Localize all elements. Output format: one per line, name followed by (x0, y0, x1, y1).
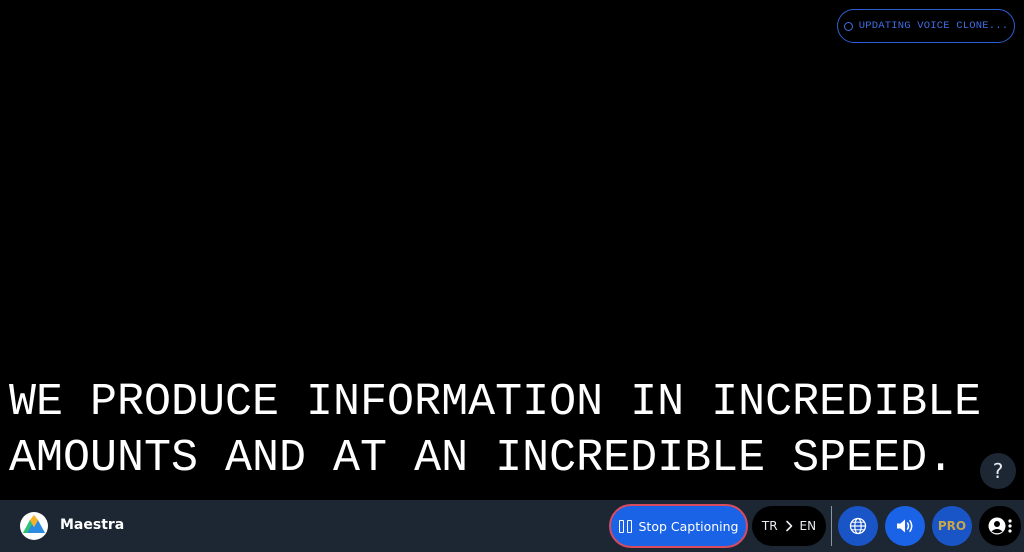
pause-icon (618, 519, 632, 533)
language-selector[interactable]: TR EN (752, 506, 826, 546)
pro-button[interactable]: PRO (932, 506, 972, 546)
volume-button[interactable] (885, 506, 925, 546)
help-button[interactable]: ? (980, 453, 1016, 489)
caption-line-1: WE PRODUCE INFORMATION IN INCREDIBLE (9, 377, 982, 428)
volume-icon (897, 519, 913, 533)
more-vertical-icon (1008, 519, 1012, 533)
globe-button[interactable] (838, 506, 878, 546)
brand-name: Maestra (60, 517, 125, 533)
maestra-logo-icon (20, 512, 48, 540)
stop-captioning-label: Stop Captioning (638, 518, 739, 534)
chevron-right-icon (785, 520, 792, 532)
caption-text: WE PRODUCE INFORMATION IN INCREDIBLE AMO… (9, 375, 1019, 487)
voice-clone-status-text: UPDATING VOICE CLONE... (858, 20, 1009, 32)
globe-icon (849, 517, 867, 535)
target-language: EN (799, 519, 817, 533)
stop-captioning-button[interactable]: Stop Captioning (609, 504, 748, 548)
caption-line-2: AMOUNTS AND AT AN INCREDIBLE SPEED. (9, 433, 955, 484)
account-menu-button[interactable] (979, 506, 1021, 546)
toolbar-divider (831, 506, 832, 546)
source-language: TR (761, 519, 778, 533)
voice-clone-status: UPDATING VOICE CLONE... (837, 9, 1015, 43)
account-icon (988, 517, 1006, 535)
spinner-icon (843, 21, 853, 31)
bottom-toolbar: Maestra Stop Captioning TR EN PRO (0, 500, 1024, 552)
